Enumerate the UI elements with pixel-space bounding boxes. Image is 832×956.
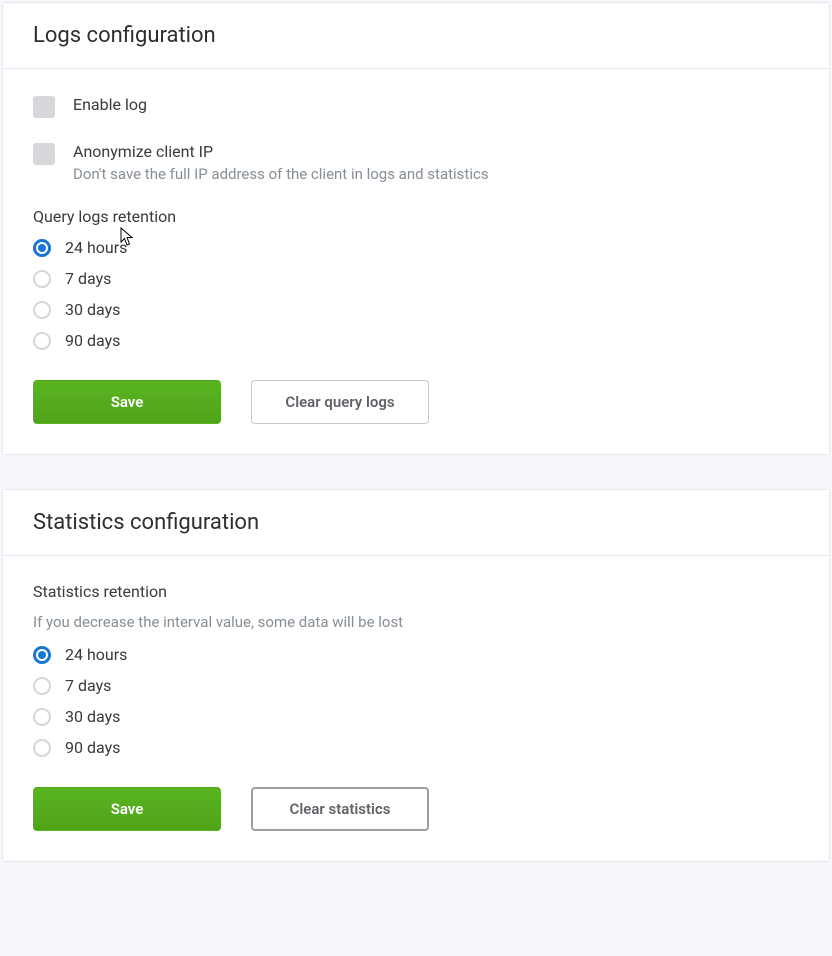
radio-button-icon[interactable] (33, 739, 51, 757)
radio-option[interactable]: 90 days (33, 331, 799, 350)
radio-button-icon[interactable] (33, 270, 51, 288)
radio-option[interactable]: 30 days (33, 707, 799, 726)
radio-button-icon[interactable] (33, 646, 51, 664)
stats-retention-label: Statistics retention (33, 582, 799, 601)
radio-option-label[interactable]: 90 days (65, 331, 120, 350)
radio-dot-icon (38, 244, 46, 252)
radio-option-label[interactable]: 24 hours (65, 238, 127, 257)
logs-card-header: Logs configuration (3, 3, 829, 69)
radio-option-label[interactable]: 24 hours (65, 645, 127, 664)
logs-buttons: Save Clear query logs (33, 380, 799, 424)
enable-log-checkbox[interactable] (33, 96, 55, 118)
logs-clear-button[interactable]: Clear query logs (251, 380, 429, 424)
logs-save-button[interactable]: Save (33, 380, 221, 424)
anonymize-ip-text: Anonymize client IP Don't save the full … (73, 142, 489, 183)
logs-card-body: Enable log Anonymize client IP Don't sav… (3, 69, 829, 454)
anonymize-ip-desc: Don't save the full IP address of the cl… (73, 165, 489, 183)
stats-card-body: Statistics retention If you decrease the… (3, 556, 829, 861)
radio-option-label[interactable]: 90 days (65, 738, 120, 757)
radio-option[interactable]: 7 days (33, 676, 799, 695)
radio-dot-icon (38, 651, 46, 659)
radio-option-label[interactable]: 30 days (65, 300, 120, 319)
stats-save-button[interactable]: Save (33, 787, 221, 831)
anonymize-ip-row: Anonymize client IP Don't save the full … (33, 142, 799, 183)
radio-button-icon[interactable] (33, 301, 51, 319)
radio-button-icon[interactable] (33, 239, 51, 257)
query-retention-label: Query logs retention (33, 207, 799, 226)
anonymize-ip-label[interactable]: Anonymize client IP (73, 142, 489, 161)
radio-option[interactable]: 30 days (33, 300, 799, 319)
stats-retention-radio-group: 24 hours 7 days 30 days 90 days (33, 645, 799, 757)
enable-log-row: Enable log (33, 95, 799, 118)
radio-option[interactable]: 24 hours (33, 645, 799, 664)
logs-card: Logs configuration Enable log Anonymize … (2, 2, 830, 455)
enable-log-text: Enable log (73, 95, 147, 114)
query-retention-radio-group: 24 hours 7 days 30 days 90 days (33, 238, 799, 350)
radio-option[interactable]: 90 days (33, 738, 799, 757)
radio-button-icon[interactable] (33, 677, 51, 695)
stats-retention-desc: If you decrease the interval value, some… (33, 613, 799, 631)
logs-card-title: Logs configuration (33, 23, 799, 48)
stats-clear-button[interactable]: Clear statistics (251, 787, 429, 831)
enable-log-label[interactable]: Enable log (73, 95, 147, 114)
stats-card-title: Statistics configuration (33, 510, 799, 535)
stats-card-header: Statistics configuration (3, 490, 829, 556)
stats-card: Statistics configuration Statistics rete… (2, 489, 830, 862)
radio-option[interactable]: 24 hours (33, 238, 799, 257)
radio-button-icon[interactable] (33, 332, 51, 350)
radio-option-label[interactable]: 30 days (65, 707, 120, 726)
radio-button-icon[interactable] (33, 708, 51, 726)
anonymize-ip-checkbox[interactable] (33, 143, 55, 165)
radio-option-label[interactable]: 7 days (65, 676, 111, 695)
stats-buttons: Save Clear statistics (33, 787, 799, 831)
radio-option[interactable]: 7 days (33, 269, 799, 288)
radio-option-label[interactable]: 7 days (65, 269, 111, 288)
